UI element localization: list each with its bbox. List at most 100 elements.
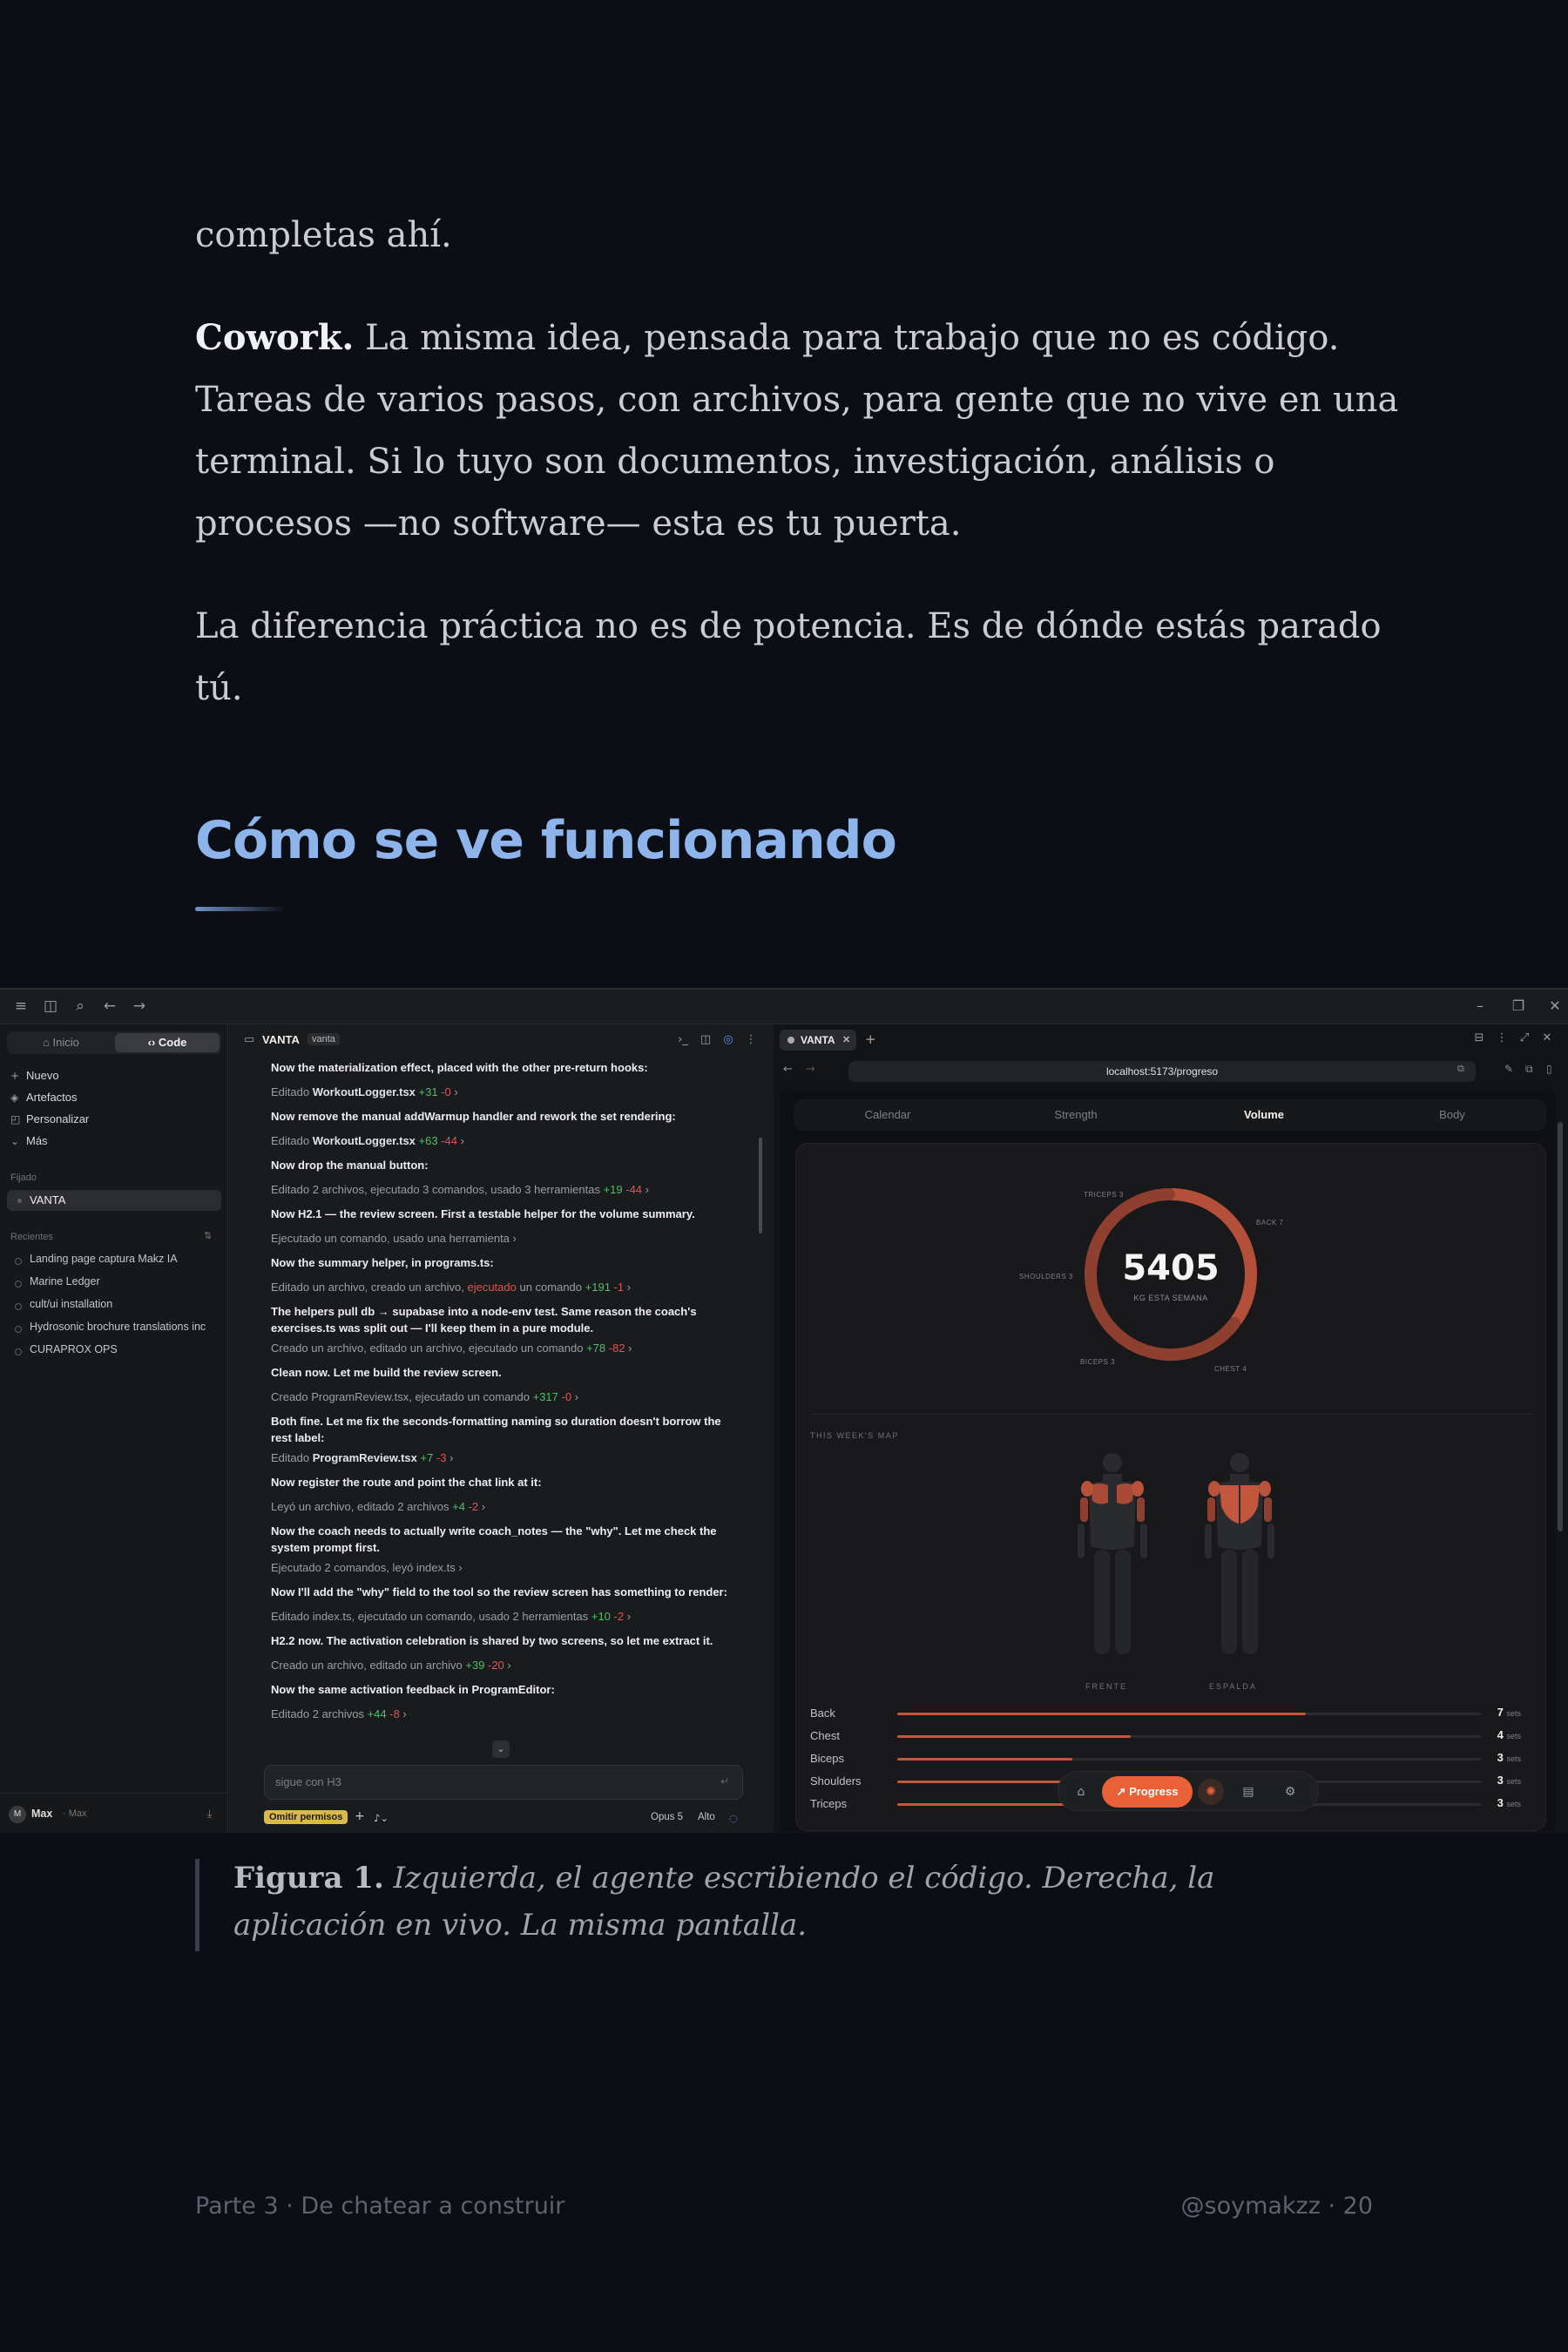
back-arrow-icon[interactable]: ← [101, 997, 118, 1015]
muscle-bar-fill [897, 1781, 1072, 1783]
account-bar[interactable]: M Max · Max ⤓ [0, 1793, 228, 1833]
download-icon[interactable]: ⤓ [207, 1808, 212, 1821]
tool-summary[interactable]: Creado ProgramReview.tsx, ejecutado un c… [271, 1389, 741, 1405]
forward-arrow-icon[interactable]: → [131, 997, 148, 1015]
recent-item[interactable]: Marine Ledger [10, 1275, 220, 1288]
agent-message: Now remove the manual addWarmup handler … [271, 1110, 676, 1123]
tool-summary[interactable]: Leyó un archivo, editado 2 archivos +4 -… [271, 1498, 741, 1515]
chat-input[interactable]: sigue con H3 [264, 1765, 743, 1800]
new-tab-icon[interactable]: + [865, 1031, 876, 1047]
lines-removed: -0 [558, 1390, 572, 1403]
recent-item[interactable]: cult/ui installation [10, 1298, 220, 1310]
coach-icon[interactable]: ✺ [1198, 1779, 1224, 1805]
expand-icon[interactable]: ⤢ [1517, 1031, 1532, 1046]
clipboard-icon[interactable]: ▤ [1240, 1783, 1257, 1801]
sidebar-toggle-icon[interactable]: ◫ [42, 997, 59, 1015]
progress-tabs: Calendar Strength Volume Body [794, 1099, 1546, 1131]
permissions-toggle[interactable]: Omitir permisos [264, 1810, 348, 1824]
add-icon[interactable]: + [355, 1809, 365, 1823]
menu-icon[interactable]: ≡ [12, 997, 30, 1015]
recent-item[interactable]: Hydrosonic brochure translations inc [10, 1321, 220, 1333]
terminal-icon[interactable]: ›_ [675, 1032, 691, 1048]
tool-summary[interactable]: Ejecutado 2 comandos, leyó index.ts › [271, 1559, 741, 1576]
tab-calendar[interactable]: Calendar [794, 1099, 982, 1131]
more-icon[interactable]: ⋮ [1494, 1031, 1510, 1046]
lines-added: +39 [462, 1659, 485, 1672]
tab-code[interactable]: ‹› Code [115, 1033, 220, 1052]
chat-toolbar: Omitir permisos + ♪⌄ Opus 5 Alto ◌ [264, 1808, 752, 1828]
tab-strength[interactable]: Strength [982, 1099, 1170, 1131]
app-screenshot: ≡ ◫ ⌕ ← → – ❐ ✕ ⌂ Inicio ‹› Code + Nuevo … [0, 988, 1568, 1833]
recent-item[interactable]: CURAPROX OPS [10, 1343, 220, 1355]
tool-summary[interactable]: Editado 2 archivos, ejecutado 3 comandos… [271, 1181, 741, 1198]
restore-icon[interactable]: ❐ [1509, 997, 1528, 1016]
recent-item[interactable]: Landing page captura Makz IA [10, 1253, 220, 1265]
tool-summary[interactable]: Ejecutado un comando, usado una herramie… [271, 1230, 741, 1247]
tool-summary[interactable]: Editado WorkoutLogger.tsx +63 -44 › [271, 1132, 741, 1149]
forward-arrow-icon[interactable]: → [806, 1063, 815, 1076]
close-tab-icon[interactable]: ✕ [842, 1030, 850, 1051]
scroll-down-icon[interactable]: ⌄ [492, 1740, 510, 1758]
pinned-project-vanta[interactable]: VANTA [7, 1190, 221, 1211]
browser-scrollbar[interactable] [1558, 1122, 1563, 1531]
layout-icon[interactable]: ⊟ [1471, 1031, 1487, 1046]
home-icon: ⌂ [43, 1036, 53, 1049]
sidebar-item-label: Nuevo [26, 1069, 59, 1082]
close-panel-icon[interactable]: ✕ [1539, 1031, 1555, 1046]
summary-text: Editado 2 archivos, ejecutado 3 comandos… [271, 1183, 600, 1196]
expand-chevron: › [457, 1134, 464, 1147]
model-selector[interactable]: Opus 5 [651, 1812, 683, 1822]
filter-icon[interactable]: ⇅ [204, 1230, 212, 1241]
tab-body[interactable]: Body [1358, 1099, 1546, 1131]
home-icon[interactable]: ⌂ [1072, 1783, 1090, 1801]
chat-scrollbar[interactable] [759, 1138, 762, 1233]
heading-underline [195, 907, 286, 911]
sidebar-item-artefactos[interactable]: ◈ Artefactos [10, 1088, 78, 1107]
microphone-icon[interactable]: ♪⌄ [374, 1812, 389, 1824]
tool-summary[interactable]: Creado un archivo, editado un archivo +3… [271, 1657, 741, 1673]
muscle-sets: 4 sets [1497, 1728, 1521, 1741]
progress-nav-button[interactable]: ↗ Progress [1102, 1776, 1193, 1808]
ring-caption: KG ESTA SEMANA [1133, 1294, 1208, 1302]
minimize-icon[interactable]: – [1470, 997, 1490, 1016]
effort-selector[interactable]: Alto [698, 1812, 715, 1822]
back-arrow-icon[interactable]: ← [783, 1063, 793, 1076]
body-back-figure [1205, 1453, 1274, 1654]
tool-summary[interactable]: Editado WorkoutLogger.tsx +31 -0 › [271, 1084, 741, 1100]
expand-chevron: › [624, 1281, 632, 1294]
search-icon[interactable]: ⌕ [71, 997, 89, 1015]
close-window-icon[interactable]: ✕ [1545, 997, 1565, 1016]
send-icon[interactable]: ↵ [720, 1775, 729, 1788]
artifacts-icon: ◈ [10, 1092, 19, 1104]
open-external-icon[interactable]: ⧉ [1457, 1063, 1464, 1075]
muscle-row: Back 7 sets [810, 1703, 1533, 1726]
agent-message: H2.2 now. The activation celebration is … [271, 1634, 713, 1647]
settings-sliders-icon[interactable]: ⚙ [1281, 1783, 1299, 1801]
tool-summary[interactable]: Editado ProgramReview.tsx +7 -3 › [271, 1450, 741, 1466]
layout-icon[interactable]: ◫ [698, 1032, 713, 1048]
sidebar-item-label: Personalizar [26, 1112, 90, 1125]
tool-summary[interactable]: Editado un archivo, creado un archivo, e… [271, 1279, 741, 1295]
figure-label: Figura 1. [233, 1861, 384, 1896]
sidebar-item-mas[interactable]: ⌄ Más [10, 1132, 48, 1151]
sidebar-item-personalizar[interactable]: ◰ Personalizar [10, 1110, 89, 1129]
tool-summary[interactable]: Creado un archivo, editado un archivo, e… [271, 1340, 741, 1356]
tool-summary[interactable]: Editado 2 archivos +44 -8 › [271, 1706, 741, 1722]
tool-summary[interactable]: Editado index.ts, ejecutado un comando, … [271, 1608, 741, 1625]
summary-text: Editado [271, 1134, 313, 1147]
map-title: THIS WEEK'S MAP [810, 1431, 899, 1440]
edit-icon[interactable]: ✎ [1504, 1063, 1513, 1075]
screenshot-icon[interactable]: ⧉ [1525, 1063, 1533, 1076]
lines-added: +10 [588, 1610, 611, 1623]
sidebar-item-nuevo[interactable]: + Nuevo [10, 1066, 59, 1085]
url-bar[interactable]: localhost:5173/progreso [848, 1061, 1476, 1082]
trash-icon[interactable]: ▯ [1546, 1063, 1552, 1075]
tab-inicio[interactable]: ⌂ Inicio [9, 1033, 113, 1052]
sync-icon[interactable]: ◎ [720, 1032, 736, 1048]
browser-tab[interactable]: VANTA ✕ [780, 1030, 856, 1051]
more-icon[interactable]: ⋮ [743, 1032, 759, 1048]
ring-label-triceps: TRICEPS 3 [1084, 1191, 1124, 1199]
progress-nav-label: Progress [1129, 1785, 1179, 1798]
tab-volume[interactable]: Volume [1170, 1099, 1358, 1131]
chevron-down-icon: ⌄ [10, 1135, 20, 1147]
